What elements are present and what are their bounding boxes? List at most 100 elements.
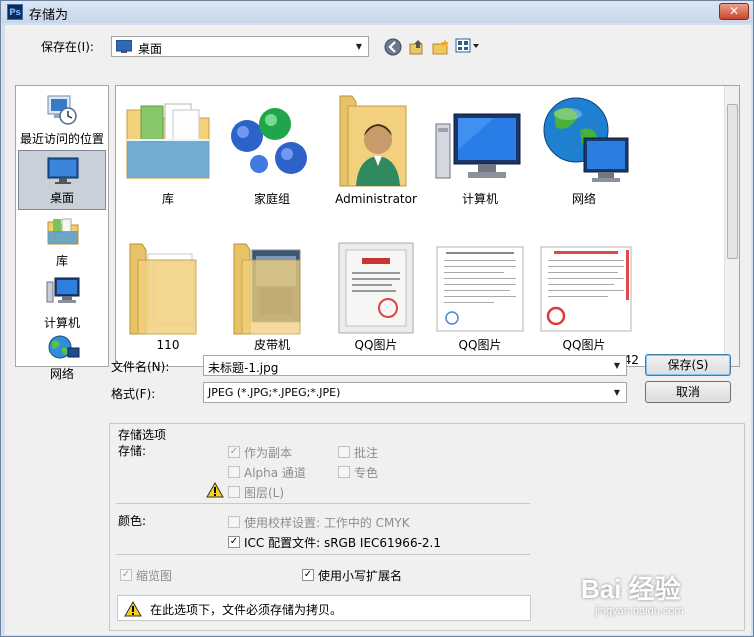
new-folder-icon[interactable] bbox=[431, 37, 451, 57]
baidu-watermark: Bai 经验 jingyan.baidu.com bbox=[581, 569, 741, 629]
chevron-down-icon: ▼ bbox=[355, 42, 363, 51]
filename-input[interactable]: 未标题-1.jpg ▼ bbox=[203, 355, 627, 376]
alpha-channels-label: Alpha 通道 bbox=[244, 466, 306, 480]
watermark-text: Bai 经验 bbox=[581, 574, 681, 604]
place-desktop[interactable]: 桌面 bbox=[18, 150, 106, 210]
annotations-checkbox[interactable] bbox=[338, 446, 350, 458]
divider bbox=[116, 554, 530, 555]
place-libraries[interactable]: 库 bbox=[18, 212, 106, 272]
folder-icon bbox=[129, 243, 197, 335]
place-label: 最近访问的位置 bbox=[19, 132, 104, 146]
use-proof-setup-label: 使用校样设置: 工作中的 CMYK bbox=[244, 516, 410, 530]
chevron-down-icon[interactable]: ▼ bbox=[610, 358, 624, 373]
file-item[interactable]: 110 bbox=[116, 238, 220, 366]
title-bar: Ps 存储为 ✕ bbox=[1, 1, 753, 23]
file-item[interactable]: 库 bbox=[116, 92, 220, 222]
lowercase-extension-label: 使用小写扩展名 bbox=[318, 569, 403, 583]
divider bbox=[116, 503, 530, 504]
icc-profile-label: ICC 配置文件: sRGB IEC61966-2.1 bbox=[244, 536, 441, 550]
save-options-title: 存储选项 bbox=[118, 428, 167, 442]
chevron-down-icon: ▼ bbox=[613, 388, 621, 397]
close-button[interactable]: ✕ bbox=[719, 3, 749, 20]
view-menu-icon bbox=[455, 38, 479, 53]
window-title: 存储为 bbox=[29, 8, 69, 23]
file-item[interactable]: QQ图片 20171129083742 bbox=[532, 238, 639, 366]
recent-places-icon bbox=[47, 95, 77, 125]
file-item[interactable]: 皮带机 bbox=[220, 238, 324, 366]
place-label: 桌面 bbox=[49, 191, 74, 205]
save-button[interactable]: 保存(S) bbox=[645, 354, 731, 376]
computer-icon bbox=[46, 277, 80, 303]
copy-notice-text: 在此选项下，文件必须存储为拷贝。 bbox=[150, 603, 343, 617]
image-thumbnail bbox=[338, 242, 414, 334]
spot-colors-checkbox[interactable] bbox=[338, 466, 350, 478]
as-copy-label: 作为副本 bbox=[244, 446, 293, 460]
user-folder-icon bbox=[339, 95, 407, 187]
format-value: JPEG (*.JPG;*.JPEG;*.JPE) bbox=[208, 386, 341, 399]
computer-icon bbox=[435, 113, 521, 179]
libraries-icon bbox=[47, 218, 79, 245]
file-name: 皮带机 bbox=[253, 338, 290, 352]
photo-folder-icon bbox=[233, 243, 301, 335]
file-item[interactable]: 计算机 bbox=[428, 92, 532, 222]
back-icon[interactable] bbox=[383, 37, 403, 57]
alpha-channels-checkbox[interactable] bbox=[228, 466, 240, 478]
file-name: Administrator bbox=[335, 192, 417, 206]
document-thumbnail bbox=[436, 246, 524, 332]
as-copy-checkbox[interactable]: ✓ bbox=[228, 446, 240, 458]
copy-notice-box: 在此选项下，文件必须存储为拷贝。 bbox=[117, 595, 531, 621]
libraries-folder-icon bbox=[126, 103, 210, 179]
file-list-view: 库 家庭组 Administrator 计算机 网络 110 皮带机 QQ图片 … bbox=[115, 85, 740, 367]
place-label: 计算机 bbox=[43, 316, 80, 330]
layers-label: 图层(L) bbox=[244, 486, 285, 500]
up-folder-icon[interactable] bbox=[407, 37, 427, 57]
view-menu-button[interactable] bbox=[455, 38, 481, 58]
icc-profile-checkbox[interactable]: ✓ bbox=[228, 536, 240, 548]
file-name: 网络 bbox=[571, 192, 596, 206]
save-in-dropdown[interactable]: 桌面 ▼ bbox=[111, 36, 369, 57]
layers-checkbox[interactable] bbox=[228, 486, 240, 498]
file-item[interactable]: 家庭组 bbox=[220, 92, 324, 222]
save-in-value: 桌面 bbox=[138, 42, 163, 56]
annotations-label: 批注 bbox=[354, 446, 379, 460]
warning-icon bbox=[206, 482, 224, 498]
cancel-button[interactable]: 取消 bbox=[645, 381, 731, 403]
file-name: 库 bbox=[161, 192, 174, 206]
save-in-label: 保存在(I): bbox=[41, 40, 94, 54]
photoshop-app-icon: Ps bbox=[7, 4, 23, 20]
format-label: 格式(F): bbox=[111, 387, 156, 401]
file-item[interactable]: QQ图片 20171130095222 bbox=[324, 238, 431, 366]
storage-label: 存储: bbox=[118, 444, 147, 458]
filename-label: 文件名(N): bbox=[111, 360, 170, 374]
homegroup-icon bbox=[231, 108, 307, 174]
places-bar: 最近访问的位置 桌面 库 计算机 网络 bbox=[15, 85, 109, 381]
file-list-scrollbar[interactable] bbox=[724, 86, 739, 366]
use-proof-setup-checkbox[interactable] bbox=[228, 516, 240, 528]
filename-value: 未标题-1.jpg bbox=[208, 361, 279, 375]
place-recent[interactable]: 最近访问的位置 bbox=[18, 90, 106, 150]
place-computer[interactable]: 计算机 bbox=[18, 274, 106, 334]
desktop-small-icon bbox=[116, 40, 132, 53]
file-item[interactable]: 网络 bbox=[532, 92, 636, 222]
place-network[interactable]: 网络 bbox=[18, 334, 106, 381]
file-name: 计算机 bbox=[461, 192, 498, 206]
desktop-icon bbox=[47, 157, 79, 184]
network-icon bbox=[48, 335, 80, 359]
watermark-url: jingyan.baidu.com bbox=[595, 605, 684, 617]
format-dropdown[interactable]: JPEG (*.JPG;*.JPEG;*.JPE) ▼ bbox=[203, 382, 627, 403]
file-item[interactable]: QQ图片 20171129083925 bbox=[428, 238, 535, 366]
save-as-dialog: Ps 存储为 ✕ 保存在(I): 桌面 ▼ 最近访问的位置 桌面 库 计算机 网… bbox=[0, 0, 754, 637]
network-globe-icon bbox=[543, 97, 629, 182]
warning-icon bbox=[124, 601, 142, 617]
thumbnail-label: 缩览图 bbox=[136, 569, 173, 583]
scrollbar-thumb[interactable] bbox=[727, 104, 738, 259]
file-name: 家庭组 bbox=[253, 192, 290, 206]
lowercase-extension-checkbox[interactable]: ✓ bbox=[302, 569, 314, 581]
file-item[interactable]: Administrator bbox=[324, 92, 428, 222]
document-thumbnail bbox=[540, 246, 632, 332]
place-label: 网络 bbox=[49, 367, 74, 381]
spot-colors-label: 专色 bbox=[354, 466, 379, 480]
file-name: 110 bbox=[156, 338, 180, 352]
place-label: 库 bbox=[55, 254, 68, 268]
thumbnail-checkbox[interactable]: ✓ bbox=[120, 569, 132, 581]
